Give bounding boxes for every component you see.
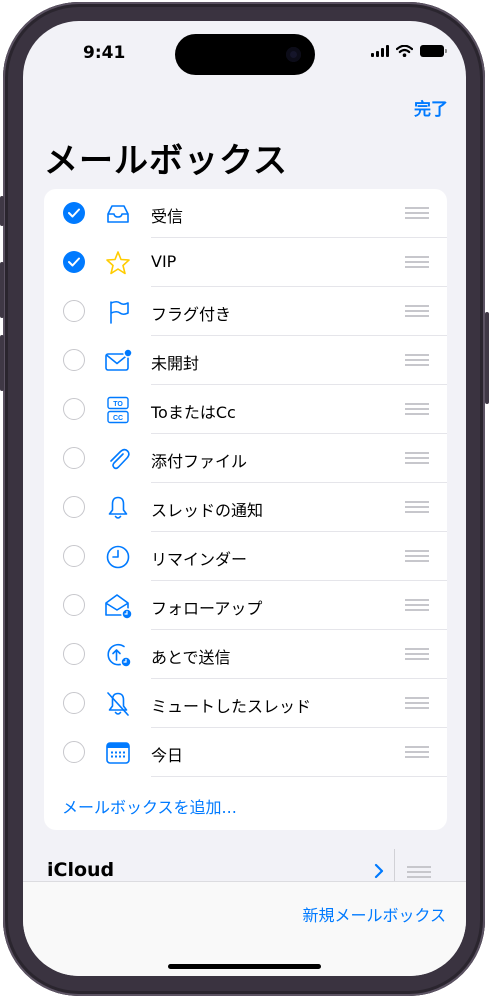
empty-circle-icon[interactable] <box>63 496 85 518</box>
paperclip-icon <box>110 448 130 470</box>
mailbox-label: 今日 <box>151 746 184 765</box>
status-time: 9:41 <box>83 43 126 63</box>
battery-icon <box>420 45 447 57</box>
checkmark-icon[interactable] <box>63 202 85 224</box>
reorder-handle-icon[interactable] <box>405 697 429 710</box>
mailbox-row-follow-up[interactable]: フォローアップ <box>44 581 447 630</box>
volume-up-button <box>0 262 4 318</box>
add-mailbox-link[interactable]: メールボックスを追加... <box>62 794 237 818</box>
mailbox-label: ToまたはCc <box>151 403 236 422</box>
clock-icon <box>106 545 130 569</box>
inbox-tray-icon <box>107 205 129 223</box>
bell-icon <box>108 496 128 519</box>
mailbox-row-inbox[interactable]: 受信 <box>44 189 447 238</box>
mailbox-label: あとで送信 <box>151 648 231 667</box>
reorder-handle-icon[interactable] <box>405 599 429 612</box>
flag-icon <box>110 300 129 324</box>
empty-circle-icon[interactable] <box>63 545 85 567</box>
reorder-handle-icon[interactable] <box>405 501 429 514</box>
mailbox-label: ミュートしたスレッド <box>151 697 312 716</box>
mailbox-label: フラグ付き <box>151 305 232 324</box>
to-cc-icon: TO CC <box>107 396 129 424</box>
reorder-handle-icon[interactable] <box>405 452 429 465</box>
mailbox-label: 添付ファイル <box>151 452 248 471</box>
action-button <box>0 196 4 226</box>
follow-up-envelope-icon <box>105 594 132 620</box>
mailbox-label: リマインダー <box>151 550 248 569</box>
mailbox-row-attachments[interactable]: 添付ファイル <box>44 434 447 483</box>
mailbox-list: 受信 VIP フラグ付き 未開封 TO CC ToまたはCc 添付ファイル スレ… <box>44 189 447 830</box>
reorder-handle-icon[interactable] <box>405 207 429 220</box>
empty-circle-icon[interactable] <box>63 398 85 420</box>
empty-circle-icon[interactable] <box>63 692 85 714</box>
mailbox-row-to-or-cc[interactable]: TO CC ToまたはCc <box>44 385 447 434</box>
volume-down-button <box>0 335 4 391</box>
page-title: メールボックス <box>44 141 288 181</box>
reorder-handle-icon[interactable] <box>405 403 429 416</box>
dynamic-island <box>175 34 315 75</box>
mailbox-row-thread-notifications[interactable]: スレッドの通知 <box>44 483 447 532</box>
bottom-toolbar: 新規メールボックス <box>23 881 466 976</box>
calendar-icon <box>106 742 130 764</box>
status-bar: 9:41 <box>23 21 466 77</box>
icloud-section-label: iCloud <box>47 859 115 881</box>
reorder-handle-icon[interactable] <box>405 305 429 318</box>
empty-circle-icon[interactable] <box>63 594 85 616</box>
screen: 9:41 完了 メールボックス 受信 VIP フラグ付き 未開封 TO CC T… <box>23 21 466 976</box>
wifi-icon <box>396 45 413 57</box>
home-indicator <box>168 964 321 969</box>
empty-circle-icon[interactable] <box>63 447 85 469</box>
mailbox-row-muted-threads[interactable]: ミュートしたスレッド <box>44 679 447 728</box>
mailbox-label: スレッドの通知 <box>151 501 264 520</box>
done-button[interactable]: 完了 <box>414 95 448 120</box>
icloud-divider <box>394 849 395 883</box>
row-separator <box>151 776 447 777</box>
empty-circle-icon[interactable] <box>63 643 85 665</box>
chevron-right-icon[interactable] <box>372 862 386 880</box>
empty-circle-icon[interactable] <box>63 741 85 763</box>
mailbox-row-unread[interactable]: 未開封 <box>44 336 447 385</box>
reorder-handle-icon[interactable] <box>405 354 429 367</box>
reorder-handle-icon[interactable] <box>405 256 429 269</box>
star-icon <box>106 251 130 275</box>
mailbox-row-vip[interactable]: VIP <box>44 238 447 287</box>
power-button <box>485 312 489 404</box>
unread-envelope-icon <box>105 348 132 371</box>
send-later-icon <box>107 643 132 668</box>
checkmark-icon[interactable] <box>63 251 85 273</box>
empty-circle-icon[interactable] <box>63 300 85 322</box>
mailbox-row-reminders[interactable]: リマインダー <box>44 532 447 581</box>
new-mailbox-button[interactable]: 新規メールボックス <box>302 902 446 926</box>
muted-bell-icon <box>107 692 129 716</box>
cc-badge-text: CC <box>113 415 123 422</box>
status-icons <box>371 45 447 57</box>
cellular-signal-icon <box>371 45 389 57</box>
mailbox-row-today[interactable]: 今日 <box>44 728 447 777</box>
mailbox-row-send-later[interactable]: あとで送信 <box>44 630 447 679</box>
mailbox-label: 未開封 <box>151 354 200 373</box>
front-camera <box>286 47 301 62</box>
reorder-handle-icon[interactable] <box>405 746 429 759</box>
reorder-handle-icon[interactable] <box>405 648 429 661</box>
to-badge-text: TO <box>113 401 123 408</box>
reorder-handle-icon[interactable] <box>407 866 431 879</box>
mailbox-row-flagged[interactable]: フラグ付き <box>44 287 447 336</box>
reorder-handle-icon[interactable] <box>405 550 429 563</box>
mailbox-label: フォローアップ <box>151 599 263 618</box>
empty-circle-icon[interactable] <box>63 349 85 371</box>
mailbox-label: VIP <box>151 252 177 271</box>
mailbox-label: 受信 <box>151 207 184 226</box>
